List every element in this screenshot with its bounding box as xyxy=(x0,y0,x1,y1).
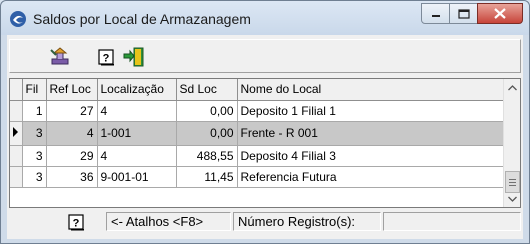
cell-ref-loc[interactable]: 27 xyxy=(46,100,98,122)
stamp-icon xyxy=(50,47,69,65)
minimize-icon xyxy=(431,14,440,17)
table-row[interactable]: 3 36 9-001-01 11,45 Referencia Futura xyxy=(10,166,506,188)
chevron-down-icon xyxy=(508,196,517,202)
cell-nome-do-local[interactable]: Deposito 4 Filial 3 xyxy=(237,145,506,167)
status-bar: ? <- Atalhos <F8> Número Registro(s): xyxy=(7,209,523,239)
maximize-icon xyxy=(457,8,470,19)
cell-sd-loc[interactable]: 11,45 xyxy=(176,166,238,188)
col-localizacao[interactable]: Localização xyxy=(97,79,177,101)
scroll-up-button[interactable] xyxy=(504,79,520,96)
vertical-scrollbar[interactable] xyxy=(503,79,520,207)
indicator-header xyxy=(10,79,23,101)
shortcuts-panel[interactable]: <- Atalhos <F8> xyxy=(106,212,231,231)
cell-nome-do-local[interactable]: Frente - R 001 xyxy=(237,121,506,146)
title-bar[interactable]: Saldos por Local de Armazanagem xyxy=(1,1,529,35)
svg-text:?: ? xyxy=(103,53,110,65)
minimize-button[interactable] xyxy=(421,3,450,24)
stamp-button[interactable] xyxy=(48,45,72,69)
col-fil[interactable]: Fil xyxy=(22,79,47,101)
cell-sd-loc[interactable]: 0,00 xyxy=(176,100,238,122)
saldos-grid[interactable]: Fil Ref Loc Localização Sd Loc Nome do L… xyxy=(9,78,521,208)
app-logo-icon xyxy=(10,11,26,27)
window-title: Saldos por Local de Armazanagem xyxy=(33,11,251,27)
cell-nome-do-local[interactable]: Referencia Futura xyxy=(237,166,506,188)
exit-door-icon xyxy=(123,47,144,67)
header-row: Fil Ref Loc Localização Sd Loc Nome do L… xyxy=(10,79,506,101)
cell-localizacao[interactable]: 4 xyxy=(97,100,177,122)
close-button[interactable] xyxy=(477,3,523,24)
status-help-button[interactable]: ? xyxy=(65,212,87,232)
cell-fil[interactable]: 3 xyxy=(22,166,47,188)
cell-sd-loc[interactable]: 0,00 xyxy=(176,121,238,146)
cell-ref-loc[interactable]: 4 xyxy=(46,121,98,146)
restore-button[interactable] xyxy=(449,3,478,24)
cell-ref-loc[interactable]: 29 xyxy=(46,145,98,167)
cell-ref-loc[interactable]: 36 xyxy=(46,166,98,188)
cell-localizacao[interactable]: 9-001-01 xyxy=(97,166,177,188)
help-icon: ? xyxy=(68,214,84,231)
cell-localizacao[interactable]: 4 xyxy=(97,145,177,167)
table-row-selected[interactable]: 3 4 1-001 0,00 Frente - R 001 xyxy=(10,121,506,146)
col-nome-do-local[interactable]: Nome do Local xyxy=(237,79,506,101)
cell-localizacao[interactable]: 1-001 xyxy=(97,121,177,146)
row-indicator xyxy=(10,166,23,188)
exit-button[interactable] xyxy=(122,45,146,69)
help-icon: ? xyxy=(98,49,114,66)
chevron-up-icon xyxy=(508,84,517,90)
col-sd-loc[interactable]: Sd Loc xyxy=(176,79,238,101)
table-row[interactable]: 3 29 4 488,55 Deposito 4 Filial 3 xyxy=(10,145,506,167)
saldos-table: Fil Ref Loc Localização Sd Loc Nome do L… xyxy=(10,79,506,188)
record-count-label: Número Registro(s): xyxy=(233,212,381,231)
row-indicator xyxy=(10,121,23,146)
cell-nome-do-local[interactable]: Deposito 1 Filial 1 xyxy=(237,100,506,122)
help-button[interactable]: ? xyxy=(94,45,118,69)
cell-fil[interactable]: 3 xyxy=(22,121,47,146)
table-row[interactable]: 1 27 4 0,00 Deposito 1 Filial 1 xyxy=(10,100,506,122)
record-count-value xyxy=(383,212,521,231)
svg-text:?: ? xyxy=(73,218,80,230)
close-icon xyxy=(494,8,506,19)
col-ref-loc[interactable]: Ref Loc xyxy=(46,79,98,101)
cell-sd-loc[interactable]: 488,55 xyxy=(176,145,238,167)
toolbar: ? xyxy=(9,39,521,73)
saldos-window: Saldos por Local de Armazanagem ? Fil Re… xyxy=(0,0,530,244)
row-indicator xyxy=(10,145,23,167)
client-area: ? Fil Ref Loc Localização Sd Loc Nome do… xyxy=(7,35,523,239)
scroll-down-button[interactable] xyxy=(504,190,520,207)
cell-fil[interactable]: 3 xyxy=(22,145,47,167)
row-indicator xyxy=(10,100,23,122)
cell-fil[interactable]: 1 xyxy=(22,100,47,122)
current-row-arrow-icon xyxy=(13,126,18,137)
